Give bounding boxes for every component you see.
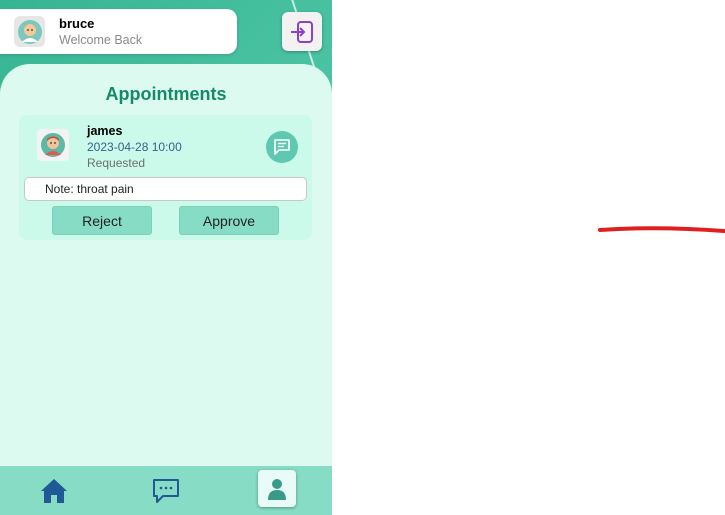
patient-name: james [87, 124, 123, 138]
red-annotation-stroke [598, 226, 725, 233]
appointment-note: Note: throat pain [24, 177, 307, 201]
user-name: bruce [59, 16, 95, 31]
welcome-text: Welcome Back [59, 33, 143, 47]
patient-avatar-icon [41, 133, 65, 157]
appointment-datetime: 2023-04-28 10:00 [87, 140, 182, 154]
message-button[interactable] [266, 131, 298, 163]
appointment-card: james 2023-04-28 10:00 Requested Note: t… [19, 115, 312, 240]
nav-profile[interactable] [258, 470, 296, 507]
logout-button[interactable] [282, 12, 322, 51]
approve-button[interactable]: Approve [179, 206, 279, 235]
nav-chat[interactable] [148, 466, 184, 515]
doctor-avatar-icon [17, 19, 42, 44]
user-card: bruce Welcome Back [0, 9, 237, 54]
home-icon [41, 478, 67, 503]
user-avatar[interactable] [14, 16, 45, 47]
appointment-status: Requested [87, 156, 146, 170]
reject-button[interactable]: Reject [52, 206, 152, 235]
page-title: Appointments [105, 84, 227, 104]
bottom-nav [0, 466, 332, 515]
profile-icon [268, 478, 286, 500]
logout-icon [291, 20, 313, 43]
patient-avatar[interactable] [37, 129, 69, 161]
chat-icon [153, 478, 179, 503]
main-panel: Appointments james 2023-04-28 10:00 Requ… [0, 64, 332, 466]
nav-home[interactable] [36, 466, 72, 515]
message-icon [274, 139, 290, 155]
app-window: bruce Welcome Back Appointments james 20… [0, 0, 332, 515]
